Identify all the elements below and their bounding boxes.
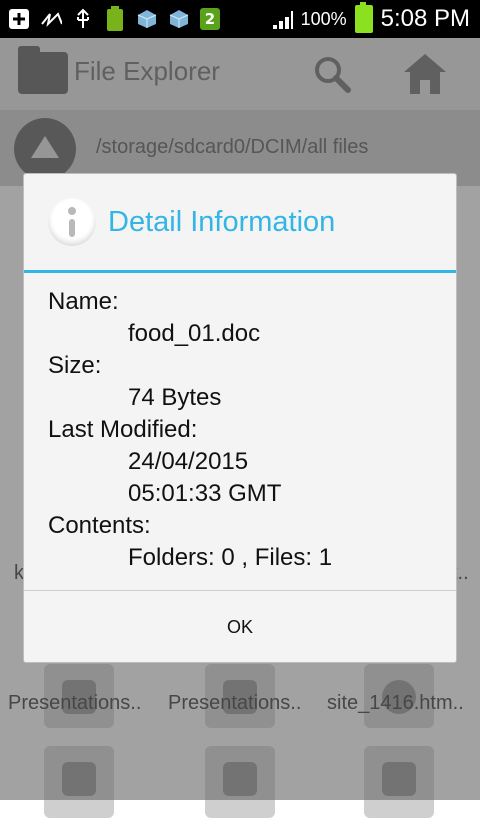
signal-icon <box>271 8 293 30</box>
info-icon <box>48 198 96 246</box>
size-value: 74 Bytes <box>128 384 222 411</box>
name-value: food_01.doc <box>128 320 261 347</box>
name-label: Name: <box>48 288 119 315</box>
cube-icon <box>168 8 190 30</box>
last-modified-time: 05:01:33 GMT <box>128 480 282 507</box>
size-label: Size: <box>48 352 102 379</box>
dialog-body: Name: food_01.doc Size: 74 Bytes Last Mo… <box>48 286 438 574</box>
contents-value: Folders: 0 , Files: 1 <box>128 544 333 571</box>
battery-percent: 100% <box>300 8 347 29</box>
cube-icon <box>136 8 158 30</box>
dialog-header: Detail Information <box>24 174 456 273</box>
status-bar: 2 100% 5:08 PM <box>0 0 480 38</box>
contents-label: Contents: <box>48 512 151 539</box>
dialog-title: Detail Information <box>108 206 336 238</box>
signature-icon <box>40 8 62 30</box>
battery-icon <box>354 2 373 33</box>
battery-100-icon <box>104 6 126 31</box>
last-modified-date: 24/04/2015 <box>128 448 249 475</box>
add-box-icon <box>8 8 30 30</box>
last-modified-label: Last Modified: <box>48 416 198 443</box>
notification-badge: 2 <box>200 8 220 30</box>
status-left: 2 <box>8 6 220 32</box>
clock: 5:08 PM <box>380 5 470 32</box>
status-right: 100% 5:08 PM <box>271 0 470 38</box>
dialog-button-bar: OK <box>24 590 456 663</box>
usb-icon <box>72 8 94 30</box>
ok-button[interactable]: OK <box>24 591 456 663</box>
detail-dialog: Detail Information Name: food_01.doc Siz… <box>24 174 456 662</box>
